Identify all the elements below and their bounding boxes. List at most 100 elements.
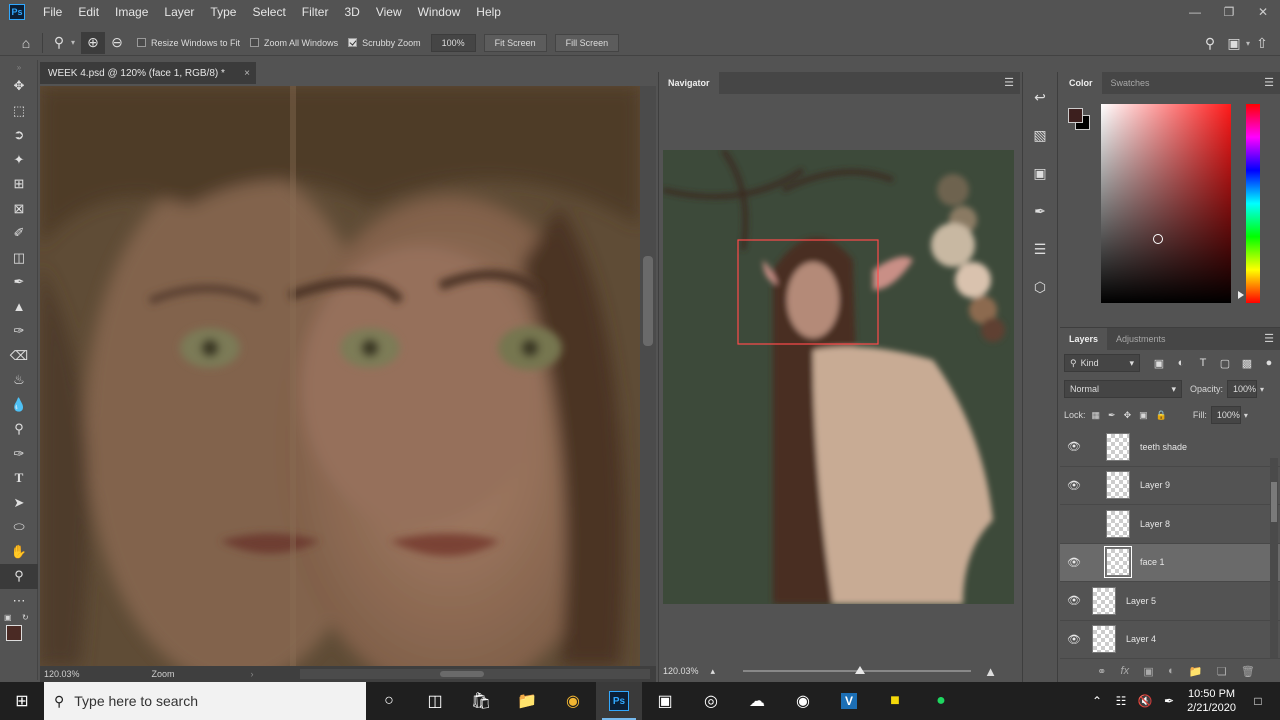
scrollbar-thumb[interactable]	[440, 671, 484, 677]
menu-type[interactable]: Type	[202, 0, 244, 24]
foreground-color-swatch[interactable]	[6, 625, 22, 641]
lock-artboard-icon[interactable]: ▣	[1139, 410, 1148, 421]
color-picker-cursor[interactable]	[1153, 234, 1163, 244]
tab-color[interactable]: Color	[1060, 72, 1102, 94]
fit-screen-button[interactable]: Fit Screen	[483, 33, 547, 52]
chevron-down-icon[interactable]: ▾	[71, 38, 75, 47]
filter-type-icon[interactable]: T	[1192, 357, 1214, 370]
layer-row[interactable]: 👁 Layer 5	[1060, 582, 1280, 621]
zoom-out-mountain-icon[interactable]: ▴	[711, 666, 716, 677]
minimize-icon[interactable]: —	[1178, 0, 1212, 24]
dodge-tool-icon[interactable]: ⚲	[0, 417, 38, 442]
show-hidden-icons-icon[interactable]: ⌃	[1085, 694, 1109, 708]
share-icon[interactable]: ⇧	[1250, 32, 1274, 54]
eye-icon[interactable]: 👁	[1060, 633, 1088, 646]
obs-icon[interactable]: ◉	[780, 682, 826, 720]
trash-icon[interactable]: 🗑	[1241, 665, 1255, 678]
scrollbar-thumb[interactable]	[1271, 482, 1277, 522]
lock-all-icon[interactable]: 🔒	[1156, 410, 1167, 421]
scrollbar-thumb[interactable]	[643, 256, 653, 346]
hue-slider-marker[interactable]	[1238, 291, 1244, 299]
layer-row[interactable]: 👁 Layer 8	[1060, 505, 1280, 544]
tab-adjustments[interactable]: Adjustments	[1107, 328, 1175, 350]
canvas-horizontal-scrollbar[interactable]	[300, 669, 650, 679]
eye-icon[interactable]: 👁	[1060, 556, 1088, 569]
blend-mode-dropdown[interactable]: Normal ▾	[1064, 380, 1182, 398]
filter-adjustment-icon[interactable]: ◐	[1170, 357, 1192, 370]
eye-icon[interactable]: 👁	[1060, 440, 1088, 453]
new-layer-icon[interactable]: ❏	[1217, 665, 1227, 678]
filter-smart-object-icon[interactable]: ▩	[1236, 357, 1258, 370]
adjustment-layer-icon[interactable]: ◐	[1168, 665, 1175, 677]
photoshop-logo-icon[interactable]: Ps	[9, 4, 25, 20]
navigator-zoom-value[interactable]: 120.03%	[663, 666, 699, 676]
default-colors-icon[interactable]: ▣	[4, 613, 12, 622]
zoom-in-mountain-icon[interactable]: ▲	[984, 664, 997, 679]
clock[interactable]: 10:50 PM 2/21/2020	[1187, 687, 1236, 715]
photoshop-taskbar-icon[interactable]: Ps	[596, 682, 642, 720]
navigator-preview[interactable]	[663, 150, 1014, 604]
lock-position-icon[interactable]: ✥	[1124, 410, 1132, 421]
filter-pixel-icon[interactable]: ▣	[1148, 357, 1170, 370]
zoom-100-button[interactable]: 100%	[430, 33, 476, 52]
layer-row-selected[interactable]: 👁 face 1	[1060, 543, 1280, 582]
swap-colors-icon[interactable]: ↻	[22, 613, 29, 622]
spotify-icon[interactable]: ●	[918, 682, 964, 720]
app-icon-1[interactable]: ▣	[642, 682, 688, 720]
layer-row[interactable]: 👁 Layer 4	[1060, 621, 1280, 659]
paint-bucket-tool-icon[interactable]: ♨	[0, 368, 38, 393]
zoom-out-icon[interactable]: ⊖	[105, 32, 129, 54]
menu-image[interactable]: Image	[107, 0, 156, 24]
libraries-icon[interactable]: ▣	[1023, 154, 1057, 192]
panel-menu-icon[interactable]: ☰	[1004, 76, 1014, 89]
layer-row[interactable]: 👁 teeth shade	[1060, 428, 1280, 467]
marquee-tool-icon[interactable]: ⬚	[0, 99, 38, 124]
home-icon[interactable]: ⌂	[14, 32, 38, 54]
panel-menu-icon[interactable]: ☰	[1264, 332, 1274, 345]
store-icon[interactable]: 🛍	[458, 682, 504, 720]
cortana-icon[interactable]: ○	[366, 682, 412, 720]
chevron-down-icon[interactable]: ▾	[1260, 385, 1264, 394]
brush-settings-icon[interactable]: ✒	[1023, 192, 1057, 230]
menu-view[interactable]: View	[368, 0, 410, 24]
zoom-tool-preset-icon[interactable]: ⚲	[47, 32, 71, 54]
menu-layer[interactable]: Layer	[156, 0, 202, 24]
tab-layers[interactable]: Layers	[1060, 328, 1108, 350]
zoom-all-windows-checkbox[interactable]: Zoom All Windows	[250, 38, 338, 48]
filter-shape-icon[interactable]: ▢	[1214, 357, 1236, 370]
close-icon[interactable]: ✕	[1246, 0, 1280, 24]
tab-navigator[interactable]: Navigator	[659, 72, 719, 94]
volume-icon[interactable]: 🔇	[1133, 694, 1157, 708]
search-icon[interactable]: ⚲	[1198, 32, 1222, 54]
layer-row[interactable]: 👁 Layer 9	[1060, 467, 1280, 505]
opacity-input[interactable]: 100%	[1227, 380, 1258, 398]
quick-select-tool-icon[interactable]: ✦	[0, 148, 38, 173]
frame-tool-icon[interactable]: ⊠	[0, 197, 38, 222]
close-tab-icon[interactable]: ×	[244, 68, 250, 79]
eraser-tool-icon[interactable]: ⌫	[0, 344, 38, 369]
layers-scrollbar[interactable]	[1270, 458, 1278, 658]
properties-icon[interactable]: ☰	[1023, 230, 1057, 268]
workspace-icon[interactable]: ▣	[1222, 32, 1246, 54]
zoom-in-icon[interactable]: ⊕	[81, 31, 106, 54]
color-picker-field[interactable]	[1101, 104, 1231, 303]
ellipse-tool-icon[interactable]: ⬭	[0, 515, 38, 540]
history-brush-tool-icon[interactable]: ✑	[0, 319, 38, 344]
hue-slider[interactable]	[1246, 104, 1260, 303]
collapse-icon[interactable]: »	[0, 60, 38, 74]
hand-tool-icon[interactable]: ✋	[0, 540, 38, 565]
menu-file[interactable]: File	[35, 0, 70, 24]
zoom-tool-icon[interactable]: ⚲	[0, 564, 38, 589]
type-tool-icon[interactable]: T	[0, 466, 38, 491]
move-tool-icon[interactable]: ✥	[0, 74, 38, 99]
more-tools-icon[interactable]: ⋯	[0, 589, 38, 614]
document-canvas[interactable]	[40, 86, 640, 666]
add-mask-icon[interactable]: ▣	[1143, 665, 1153, 678]
status-arrow-icon[interactable]: ›	[251, 669, 254, 679]
lasso-tool-icon[interactable]: ➲	[0, 123, 38, 148]
menu-edit[interactable]: Edit	[70, 0, 107, 24]
chrome-icon[interactable]: ◉	[550, 682, 596, 720]
slider-handle[interactable]	[855, 666, 865, 674]
chevron-down-icon[interactable]: ▾	[1244, 411, 1248, 420]
scrubby-zoom-checkbox[interactable]: Scrubby Zoom	[348, 38, 421, 48]
